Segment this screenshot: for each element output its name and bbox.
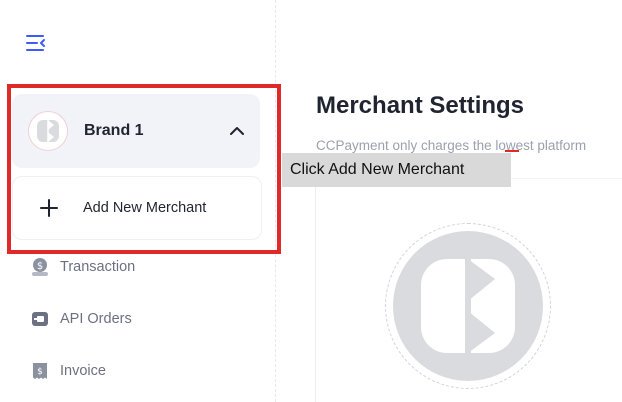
- page-subtitle: CCPayment only charges the lowest platfo…: [316, 138, 587, 153]
- nav-label-api-orders: API Orders: [60, 311, 132, 327]
- svg-text:$: $: [37, 367, 43, 377]
- brand-selector[interactable]: Brand 1: [12, 94, 260, 168]
- cursor-mark: [505, 150, 519, 152]
- nav-item-api-orders[interactable]: API Orders: [30, 309, 132, 329]
- add-new-merchant-button[interactable]: Add New Merchant: [12, 176, 262, 240]
- transaction-icon: $: [32, 258, 48, 276]
- brand-logo-icon: [28, 111, 68, 151]
- nav-label-transaction: Transaction: [60, 259, 136, 275]
- page-title: Merchant Settings: [316, 92, 525, 119]
- nav-item-invoice[interactable]: $ Invoice: [30, 361, 106, 381]
- instruction-tooltip: Click Add New Merchant: [282, 153, 511, 187]
- sidebar: Brand 1 Add New Merchant $ Transaction A…: [0, 0, 281, 402]
- add-new-merchant-label: Add New Merchant: [83, 200, 207, 216]
- svg-text:$: $: [37, 261, 43, 272]
- merchant-logo-icon: [393, 231, 543, 381]
- invoice-icon: $: [33, 363, 47, 379]
- merchant-logo-upload[interactable]: [385, 223, 551, 389]
- main-content: Merchant Settings CCPayment only charges…: [277, 0, 622, 402]
- nav-label-invoice: Invoice: [60, 363, 106, 379]
- brand-name: Brand 1: [84, 122, 144, 139]
- nav-item-transaction[interactable]: $ Transaction: [30, 257, 135, 277]
- menu-collapse-icon[interactable]: [24, 31, 48, 55]
- chevron-up-icon[interactable]: [228, 122, 246, 140]
- plus-icon: [40, 199, 58, 217]
- merchant-settings-card: [315, 178, 622, 402]
- api-orders-icon: [32, 312, 48, 326]
